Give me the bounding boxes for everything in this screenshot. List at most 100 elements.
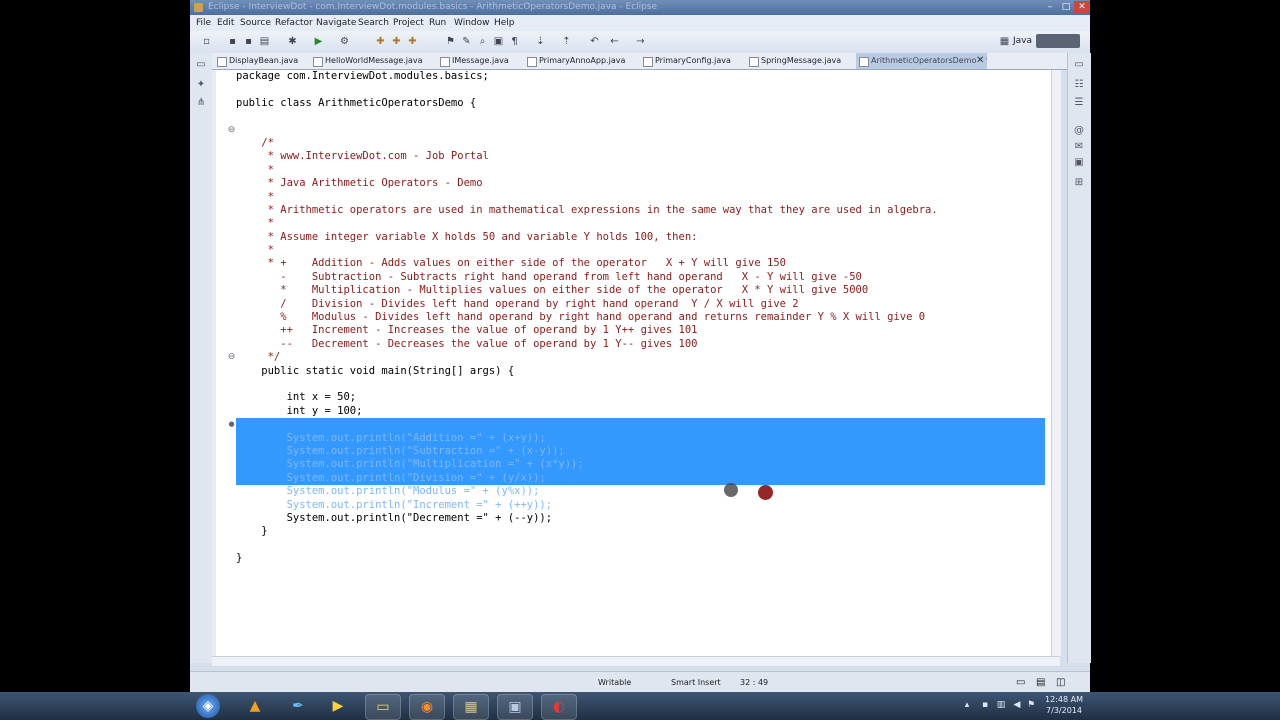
- code-line[interactable]: System.out.println("Multiplication =" + …: [236, 458, 938, 471]
- network-icon[interactable]: ▥: [996, 700, 1006, 710]
- open-perspective-icon[interactable]: ▦: [998, 35, 1011, 48]
- open-type-icon[interactable]: ⚑: [444, 35, 457, 48]
- menu-edit[interactable]: Edit: [217, 15, 234, 31]
- code-line[interactable]: System.out.println("Division =" + (y/x))…: [236, 472, 938, 485]
- save-icon[interactable]: ▪: [226, 35, 239, 48]
- code-line[interactable]: System.out.println("Decrement =" + (--y)…: [236, 512, 938, 525]
- code-line[interactable]: * www.InterviewDot.com - Job Portal: [236, 150, 938, 163]
- tray-arrow-icon[interactable]: ▴: [962, 700, 972, 710]
- code-line[interactable]: ++ Increment - Increases the value of op…: [236, 324, 938, 337]
- system-clock[interactable]: 12:48 AM 7/3/2014: [1040, 694, 1088, 716]
- tab-close-button[interactable]: ✕: [976, 53, 986, 69]
- save-all-icon[interactable]: ▪: [242, 35, 255, 48]
- vertical-scrollbar[interactable]: [1051, 70, 1061, 656]
- tab-primaryconfig[interactable]: PrimaryConfig.java: [640, 53, 745, 69]
- code-line[interactable]: -- Decrement - Decreases the value of op…: [236, 338, 938, 351]
- code-line[interactable]: */: [236, 351, 938, 364]
- last-edit-icon[interactable]: ↶: [588, 35, 601, 48]
- open-task-icon[interactable]: ✎: [460, 35, 473, 48]
- code-line[interactable]: % Modulus - Divides left hand operand by…: [236, 311, 938, 324]
- code-line[interactable]: [236, 83, 938, 96]
- volume-icon[interactable]: ◀: [1012, 700, 1022, 710]
- outline-icon[interactable]: ☷: [1073, 79, 1085, 91]
- horizontal-scrollbar[interactable]: [212, 656, 1060, 666]
- new-icon[interactable]: ▫: [200, 35, 213, 48]
- code-line[interactable]: [236, 418, 938, 431]
- menu-file[interactable]: File: [196, 15, 211, 31]
- code-line[interactable]: *: [236, 164, 938, 177]
- vlc-icon[interactable]: ▲: [243, 694, 267, 718]
- problems-icon[interactable]: @: [1073, 125, 1085, 137]
- code-line[interactable]: public static void main(String[] args) {: [236, 365, 938, 378]
- code-line[interactable]: /*: [236, 137, 938, 150]
- new-package-icon[interactable]: ✚: [390, 35, 403, 48]
- feather-icon[interactable]: ✒: [286, 694, 310, 718]
- code-line[interactable]: *: [236, 217, 938, 230]
- menu-run[interactable]: Run: [429, 15, 446, 31]
- show-whitespace-icon[interactable]: ¶: [508, 35, 521, 48]
- debug-perspective-button[interactable]: [1036, 34, 1080, 48]
- tray-app-icon[interactable]: ▪: [980, 700, 990, 710]
- heap-icon[interactable]: ◫: [1056, 672, 1065, 693]
- code-line[interactable]: * Multiplication - Multiplies values on …: [236, 284, 938, 297]
- code-line[interactable]: System.out.println("Addition =" + (x+y))…: [236, 432, 938, 445]
- maximize-button[interactable]: □: [1058, 1, 1074, 13]
- declaration-icon[interactable]: ▣: [1073, 157, 1085, 169]
- code-line[interactable]: }: [236, 525, 938, 538]
- eclipse-taskbar-icon[interactable]: ▦: [453, 694, 489, 720]
- menu-refactor[interactable]: Refactor: [275, 15, 313, 31]
- code-line[interactable]: public class ArithmeticOperatorsDemo {: [236, 97, 938, 110]
- package-explorer-icon[interactable]: ✦: [195, 79, 207, 91]
- code-line[interactable]: *: [236, 244, 938, 257]
- minimize-button[interactable]: –: [1042, 1, 1058, 13]
- tab-primaryannoapp[interactable]: PrimaryAnnoApp.java: [524, 53, 639, 69]
- code-line[interactable]: * Assume integer variable X holds 50 and…: [236, 231, 938, 244]
- firefox-icon[interactable]: ◉: [409, 694, 445, 720]
- tab-arithmeticoperatorsdemo[interactable]: ArithmeticOperatorsDemo.java: [856, 53, 987, 69]
- tab-helloworldmessage[interactable]: HelloWorldMessage.java: [310, 53, 439, 69]
- code-editor[interactable]: ⊖ ⊖ ● package com.InterviewDot.modules.b…: [212, 70, 1051, 656]
- recorder-icon[interactable]: ◐: [541, 694, 577, 720]
- code-line[interactable]: }: [236, 552, 938, 565]
- restore-right-icon[interactable]: ▭: [1073, 59, 1085, 71]
- explorer-icon[interactable]: ▭: [365, 694, 401, 720]
- new-class-icon[interactable]: ✚: [406, 35, 419, 48]
- code-line[interactable]: [236, 124, 938, 137]
- external-tools-icon[interactable]: ⚙: [338, 35, 351, 48]
- task-list-icon[interactable]: ☰: [1073, 97, 1085, 109]
- hierarchy-icon[interactable]: ⋔: [195, 97, 207, 109]
- code-line[interactable]: int x = 50;: [236, 391, 938, 404]
- code-line[interactable]: int y = 100;: [236, 405, 938, 418]
- previous-annotation-icon[interactable]: ⇡: [560, 35, 573, 48]
- menu-window[interactable]: Window: [454, 15, 490, 31]
- code-line[interactable]: [236, 110, 938, 123]
- save-app-icon[interactable]: ▣: [497, 694, 533, 720]
- debug-icon[interactable]: ✱: [286, 35, 299, 48]
- forward-icon[interactable]: →: [634, 35, 647, 48]
- progress-icon[interactable]: ▤: [1036, 672, 1045, 693]
- fold-comment-icon[interactable]: ⊖: [227, 126, 236, 135]
- code-line[interactable]: package com.InterviewDot.modules.basics;: [236, 70, 938, 83]
- tab-imessage[interactable]: IMessage.java: [437, 53, 522, 69]
- tab-springmessage[interactable]: SpringMessage.java: [746, 53, 855, 69]
- print-icon[interactable]: ▤: [258, 35, 271, 48]
- javadoc-icon[interactable]: ✉: [1073, 141, 1085, 153]
- menu-search[interactable]: Search: [358, 15, 389, 31]
- restore-icon[interactable]: ▭: [195, 59, 207, 71]
- code-line[interactable]: System.out.println("Modulus =" + (y%x));: [236, 485, 938, 498]
- start-button[interactable]: ◈: [196, 694, 220, 718]
- tab-displaybean[interactable]: DisplayBean.java: [214, 53, 319, 69]
- code-line[interactable]: / Division - Divides left hand operand b…: [236, 298, 938, 311]
- fold-method-icon[interactable]: ⊖: [227, 353, 236, 362]
- code-line[interactable]: [236, 539, 938, 552]
- search-icon[interactable]: ⌕: [476, 35, 489, 48]
- source-code[interactable]: package com.InterviewDot.modules.basics;…: [236, 70, 938, 565]
- java-perspective-label[interactable]: Java: [1013, 34, 1032, 49]
- code-line[interactable]: - Subtraction - Subtracts right hand ope…: [236, 271, 938, 284]
- menu-help[interactable]: Help: [494, 15, 515, 31]
- console-icon[interactable]: ⊞: [1073, 177, 1085, 189]
- back-icon[interactable]: ←: [608, 35, 621, 48]
- toggle-mark-icon[interactable]: ▣: [492, 35, 505, 48]
- code-line[interactable]: System.out.println("Increment =" + (++y)…: [236, 499, 938, 512]
- menu-navigate[interactable]: Navigate: [316, 15, 356, 31]
